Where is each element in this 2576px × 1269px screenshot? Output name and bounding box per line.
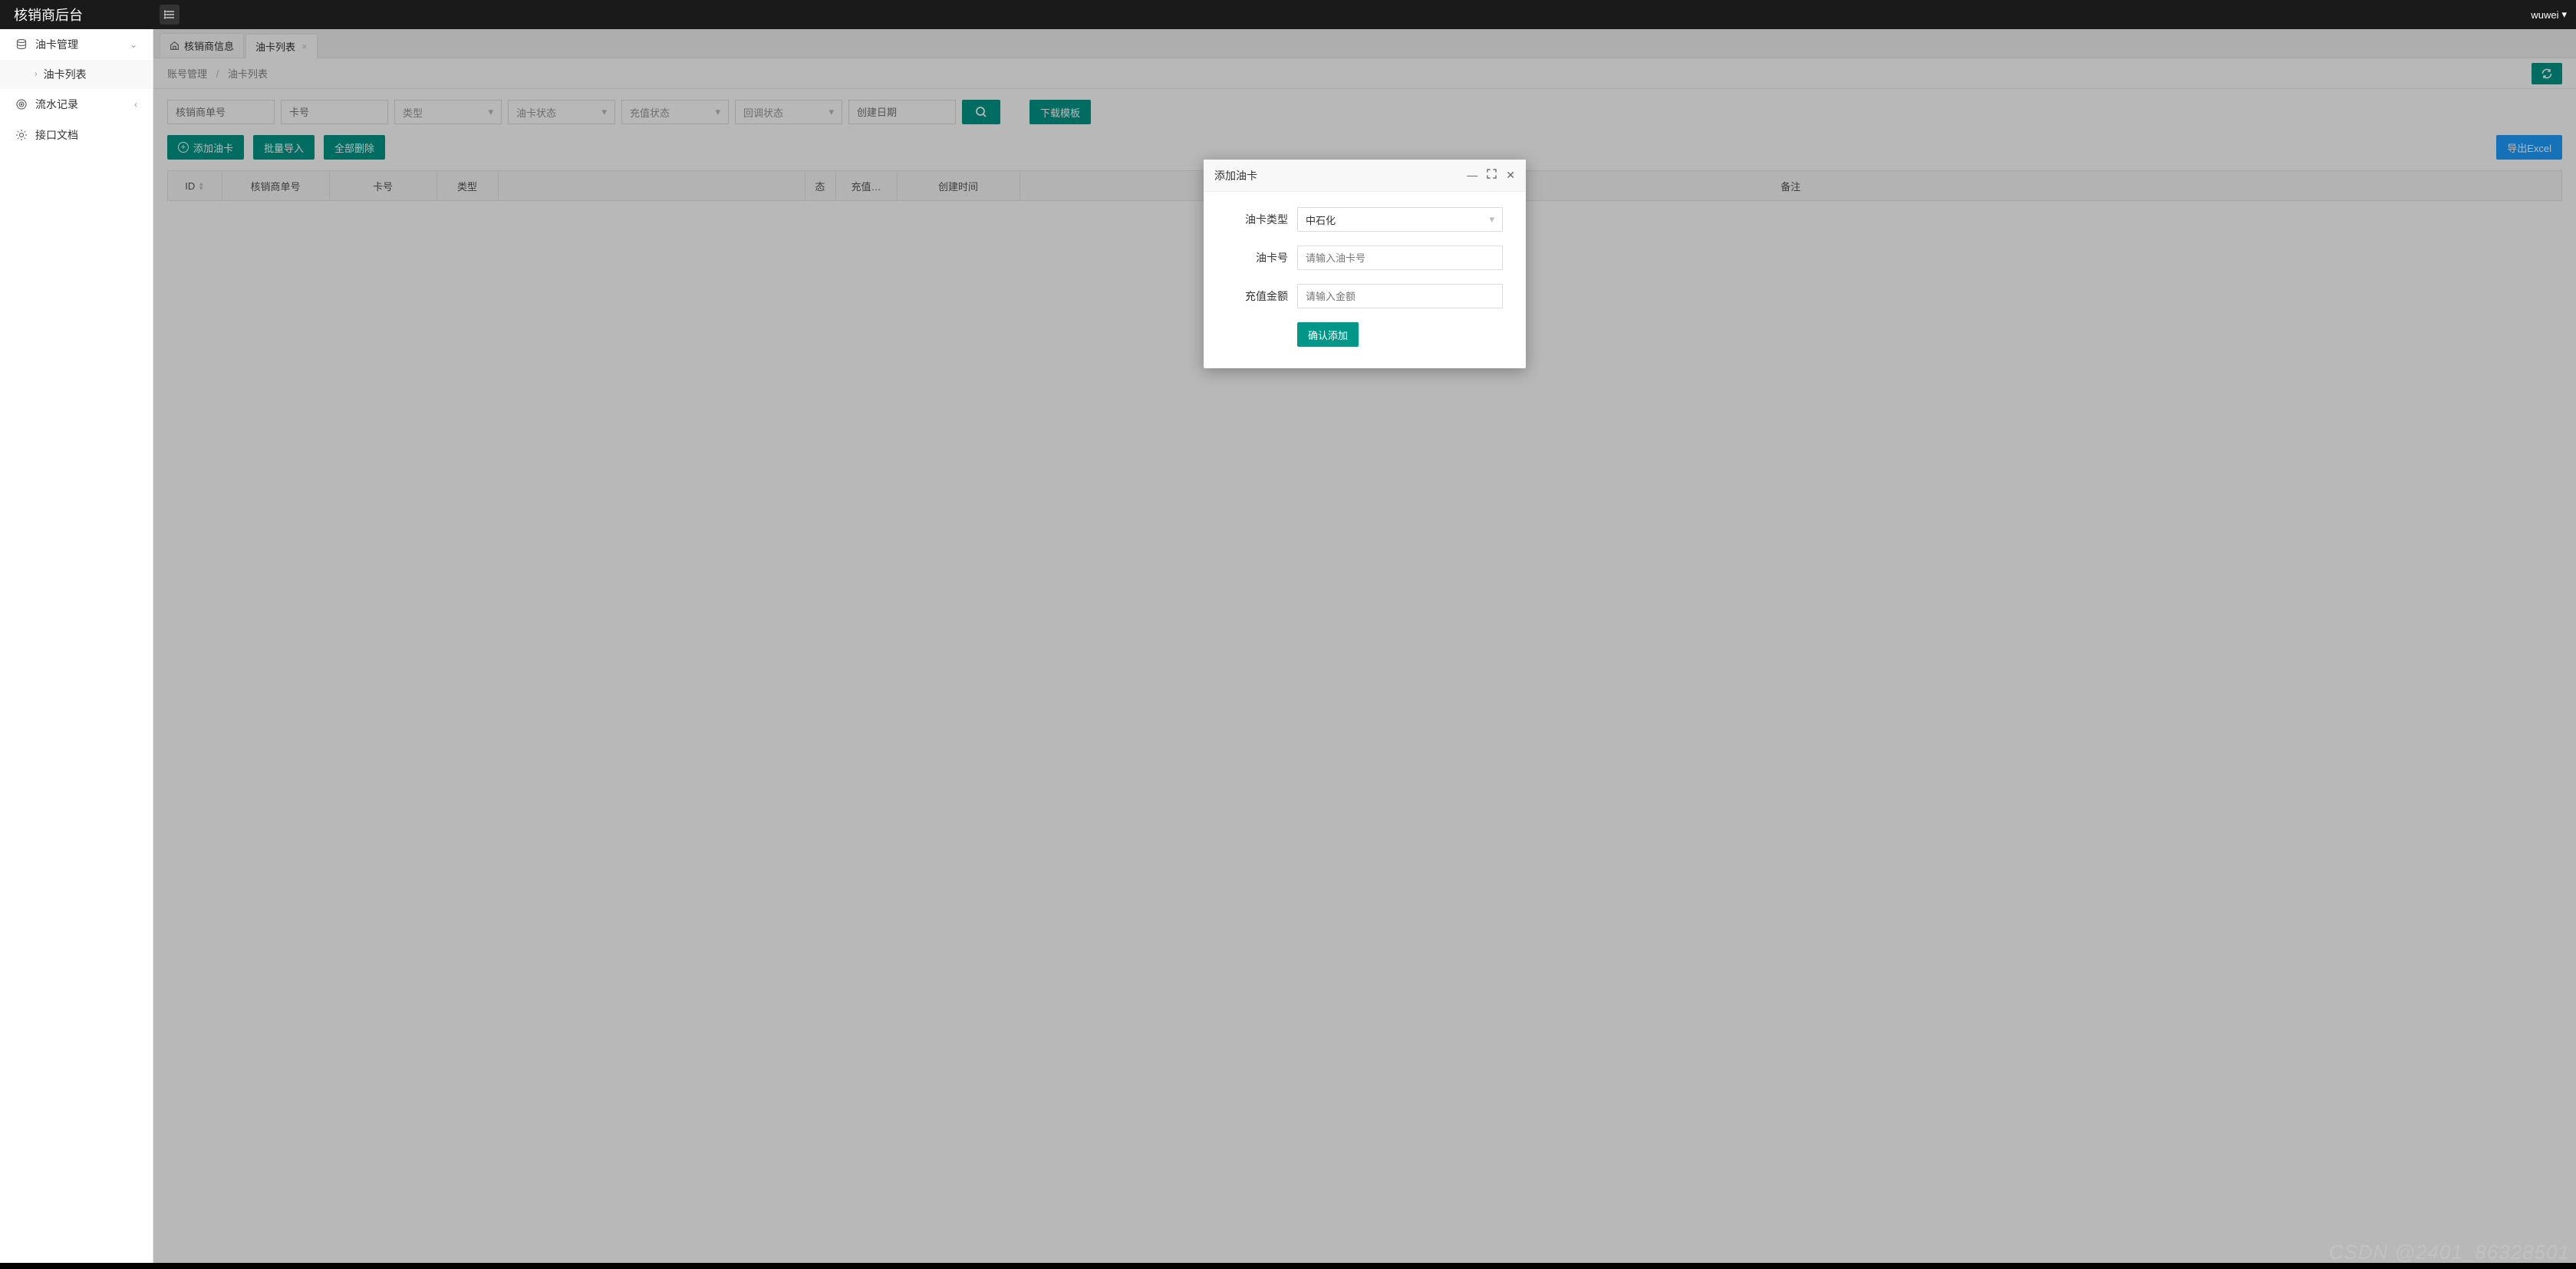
card-type-select[interactable]: 中石化▾ (1297, 207, 1503, 232)
chevron-left-icon: ‹ (134, 99, 137, 110)
maximize-icon[interactable] (1487, 169, 1497, 182)
dialog-title: 添加油卡 (1214, 168, 1257, 183)
sidebar-item-api-docs[interactable]: 接口文档 (0, 120, 153, 150)
user-menu[interactable]: wuwei ▾ (2531, 8, 2567, 21)
sidebar-item-label: 接口文档 (35, 127, 78, 143)
list-icon (164, 10, 175, 19)
sidebar-item-label: 油卡管理 (35, 37, 78, 52)
header: 核销商后台 wuwei ▾ (0, 0, 2576, 29)
add-card-dialog: 添加油卡 — ✕ 油卡类型 中石化▾ 油卡号 (1204, 160, 1526, 368)
card-no-label: 油卡号 (1227, 250, 1288, 265)
confirm-add-button[interactable]: 确认添加 (1297, 322, 1359, 347)
chevron-right-icon: › (35, 70, 38, 79)
dialog-header[interactable]: 添加油卡 — ✕ (1204, 160, 1526, 192)
database-icon (15, 38, 28, 51)
sidebar-item-label: 油卡列表 (44, 67, 87, 82)
close-icon[interactable]: ✕ (1506, 169, 1515, 182)
app-title: 核销商后台 (0, 5, 153, 25)
target-icon (15, 98, 28, 110)
sidebar: 油卡管理 ⌄ › 油卡列表 流水记录 ‹ 接口文档 (0, 29, 153, 1263)
sidebar-item-label: 流水记录 (35, 97, 78, 112)
user-name: wuwei (2531, 9, 2558, 21)
amount-label: 充值金额 (1227, 288, 1288, 304)
sidebar-item-flow-record[interactable]: 流水记录 ‹ (0, 89, 153, 120)
caret-down-icon: ▾ (1489, 213, 1494, 226)
gear-icon (15, 129, 28, 141)
caret-down-icon: ▾ (2561, 8, 2567, 21)
footer-strip (0, 1263, 2576, 1269)
type-label: 油卡类型 (1227, 212, 1288, 227)
card-no-field[interactable] (1297, 246, 1503, 270)
main-content: 核销商信息 油卡列表 × 账号管理 / 油卡列表 类型▾ 油卡状态▾ 充值状态▾… (153, 29, 2576, 1263)
chevron-down-icon: ⌄ (130, 39, 137, 50)
sidebar-toggle[interactable] (160, 5, 180, 25)
minimize-icon[interactable]: — (1467, 169, 1477, 182)
modal-overlay[interactable]: 添加油卡 — ✕ 油卡类型 中石化▾ 油卡号 (153, 29, 2576, 1263)
sidebar-subitem-oil-card-list[interactable]: › 油卡列表 (0, 60, 153, 89)
amount-field[interactable] (1297, 284, 1503, 308)
sidebar-item-oil-card-mgmt[interactable]: 油卡管理 ⌄ (0, 29, 153, 60)
